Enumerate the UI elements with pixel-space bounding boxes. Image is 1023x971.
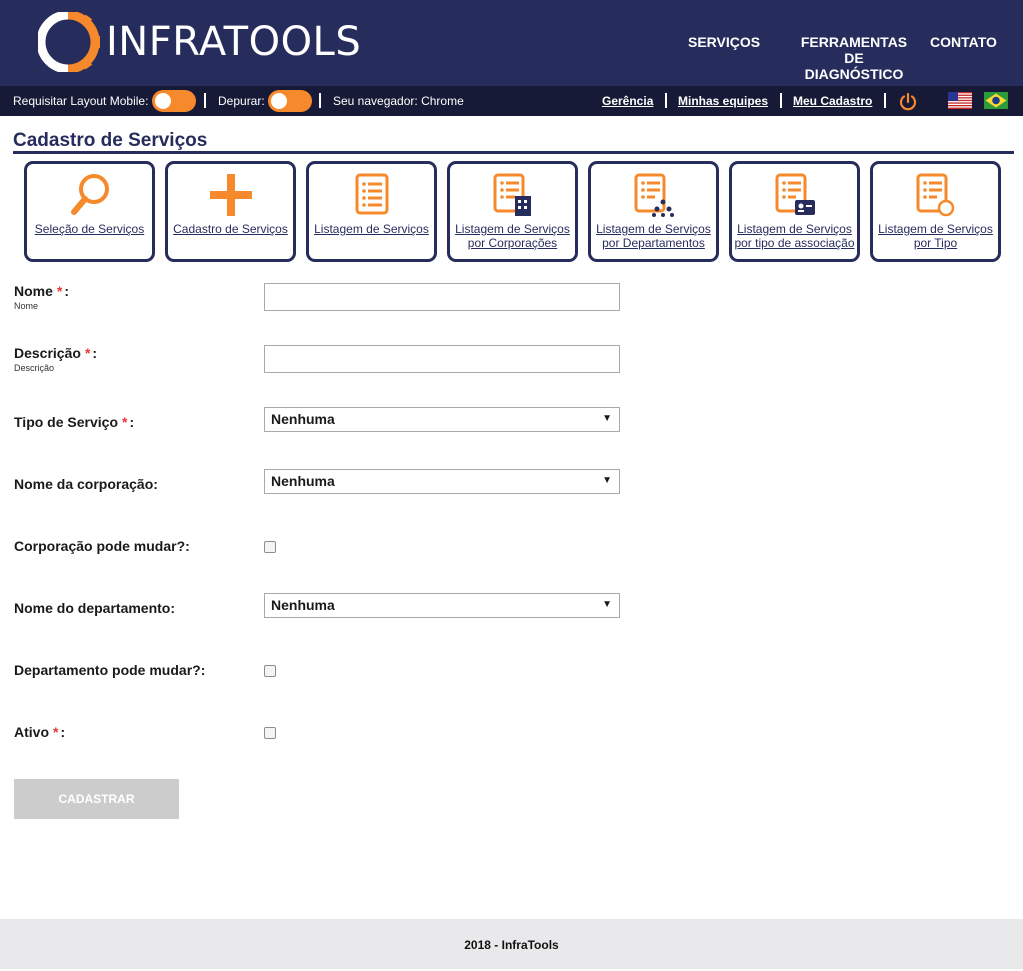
browser-info: Seu navegador: Chrome xyxy=(333,94,464,108)
required-mark: * xyxy=(84,345,91,361)
tile-selecao-servicos[interactable]: Seleção de Serviços xyxy=(24,161,155,262)
departamento-pode-mudar-label: Departamento pode mudar?: xyxy=(14,662,206,678)
debug-toggle[interactable] xyxy=(268,90,312,112)
link-gerencia[interactable]: Gerência xyxy=(602,94,653,108)
dropdown-arrow-icon: ▼ xyxy=(602,475,612,486)
logo-text: INFRATOOLS xyxy=(106,19,362,65)
list-badge-icon xyxy=(775,173,815,215)
dropdown-arrow-icon: ▼ xyxy=(602,599,612,610)
title-divider xyxy=(13,151,1014,154)
departamento-pode-mudar-checkbox[interactable] xyxy=(264,665,276,677)
corporacao-value: Nenhuma xyxy=(271,473,335,489)
mobile-layout-toggle[interactable] xyxy=(152,90,196,112)
cadastrar-button[interactable]: CADASTRAR xyxy=(14,779,179,819)
tile-listagem-corporacoes[interactable]: Listagem de Serviços por Corporações xyxy=(447,161,578,262)
corporacao-select[interactable]: Nenhuma ▼ xyxy=(264,469,620,494)
page-title: Cadastro de Serviços xyxy=(13,130,208,151)
tile-listagem-por-tipo[interactable]: Listagem de Serviços por Tipo xyxy=(870,161,1001,262)
brazil-flag-icon[interactable] xyxy=(984,92,1008,109)
nav-contato[interactable]: CONTATO xyxy=(930,34,997,50)
required-mark: * xyxy=(122,414,128,430)
corporacao-pode-mudar-label: Corporação pode mudar?: xyxy=(14,538,190,554)
tile-label: Listagem de Serviços por tipo de associa… xyxy=(734,222,855,250)
nome-sublabel: Nome xyxy=(14,301,39,311)
user-toolbar: Requisitar Layout Mobile: Depurar: Seu n… xyxy=(0,86,1023,116)
dropdown-arrow-icon: ▼ xyxy=(602,413,612,424)
infratools-logo[interactable]: INFRATOOLS xyxy=(38,12,361,72)
nav-ferramentas-diagnostico[interactable]: FERRAMENTAS DE DIAGNÓSTICO xyxy=(798,34,910,82)
tile-label: Listagem de Serviços por Tipo xyxy=(878,222,993,250)
footer-text: 2018 - InfraTools xyxy=(464,938,559,952)
debug-label: Depurar: xyxy=(218,94,265,108)
magnifier-icon xyxy=(70,174,109,215)
link-minhas-equipes[interactable]: Minhas equipes xyxy=(678,94,768,108)
mobile-layout-label: Requisitar Layout Mobile: xyxy=(13,94,149,108)
gear-logo-icon xyxy=(38,12,100,72)
tile-label: Seleção de Serviços xyxy=(34,222,145,236)
descricao-input[interactable] xyxy=(264,345,620,373)
footer: 2018 - InfraTools xyxy=(0,919,1023,969)
ativo-label: Ativo *: xyxy=(14,724,66,740)
corporacao-pode-mudar-checkbox[interactable] xyxy=(264,541,276,553)
list-people-icon xyxy=(634,173,674,217)
divider xyxy=(884,93,886,108)
power-icon[interactable] xyxy=(898,92,918,112)
tipo-servico-select[interactable]: Nenhuma ▼ xyxy=(264,407,620,432)
divider xyxy=(780,93,782,108)
tile-listagem-departamentos[interactable]: Listagem de Serviços por Departamentos xyxy=(588,161,719,262)
departamento-value: Nenhuma xyxy=(271,597,335,613)
list-circle-icon xyxy=(916,173,954,217)
tile-listagem-tipo-associacao[interactable]: Listagem de Serviços por tipo de associa… xyxy=(729,161,860,262)
divider xyxy=(665,93,667,108)
nome-input[interactable] xyxy=(264,283,620,311)
site-header: INFRATOOLS SERVIÇOS FERRAMENTAS DE DIAGN… xyxy=(0,0,1023,86)
tile-label: Listagem de Serviços xyxy=(314,222,429,236)
tile-label: Listagem de Serviços por Departamentos xyxy=(596,222,711,250)
list-icon xyxy=(355,173,388,215)
tile-cadastro-servicos[interactable]: Cadastro de Serviços xyxy=(165,161,296,262)
ativo-checkbox[interactable] xyxy=(264,727,276,739)
nome-label: Nome *: xyxy=(14,283,70,299)
tile-label: Cadastro de Serviços xyxy=(173,222,288,236)
us-flag-icon[interactable] xyxy=(948,92,972,109)
descricao-label: Descrição *: xyxy=(14,345,98,361)
nav-servicos[interactable]: SERVIÇOS xyxy=(688,34,760,50)
departamento-label: Nome do departamento: xyxy=(14,600,176,616)
corporacao-label: Nome da corporação: xyxy=(14,476,158,492)
tile-listagem-servicos[interactable]: Listagem de Serviços xyxy=(306,161,437,262)
link-meu-cadastro[interactable]: Meu Cadastro xyxy=(793,94,872,108)
divider xyxy=(204,93,206,108)
required-mark: * xyxy=(56,283,63,299)
divider xyxy=(319,93,321,108)
departamento-select[interactable]: Nenhuma ▼ xyxy=(264,593,620,618)
plus-icon xyxy=(209,174,252,216)
tipo-servico-label: Tipo de Serviço *: xyxy=(14,414,135,430)
descricao-sublabel: Descrição xyxy=(14,363,55,373)
tipo-servico-value: Nenhuma xyxy=(271,411,335,427)
required-mark: * xyxy=(53,724,59,740)
tile-label: Listagem de Serviços por Corporações xyxy=(455,222,570,250)
list-building-icon xyxy=(493,173,531,216)
